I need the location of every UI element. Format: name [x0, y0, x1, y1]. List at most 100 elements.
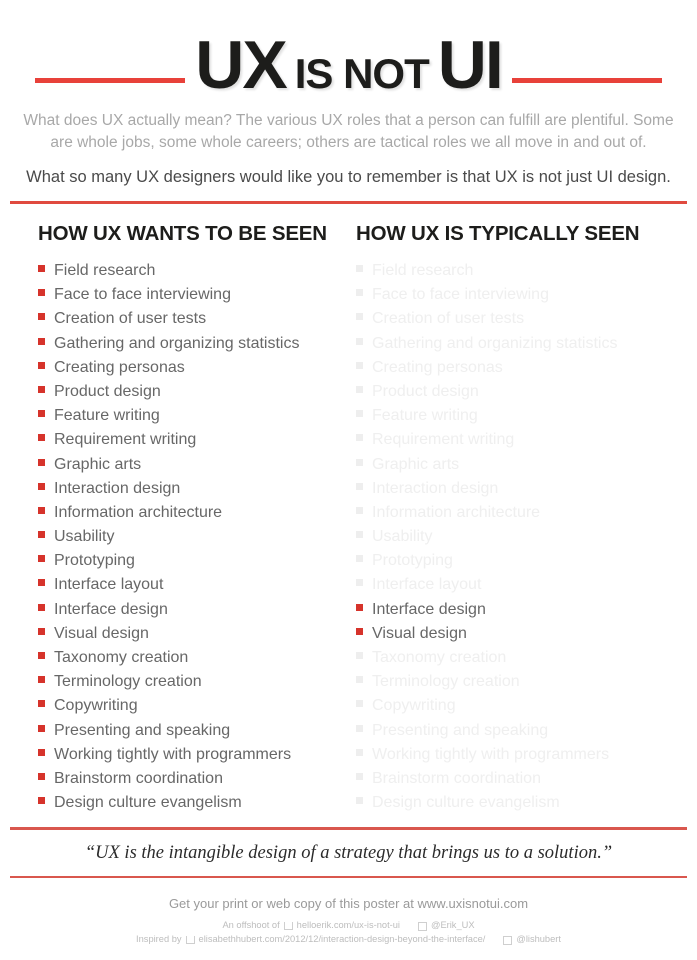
role-label: Brainstorm coordination: [54, 769, 223, 787]
role-list-item: Interaction design: [38, 477, 356, 501]
role-label: Graphic arts: [372, 455, 460, 473]
role-label: Requirement writing: [372, 431, 515, 449]
bullet-square-icon: [38, 313, 45, 321]
role-label: Copywriting: [372, 697, 456, 715]
comparison-columns: HOW UX WANTS TO BE SEEN Field research Fa…: [0, 204, 697, 815]
header-divider: [10, 201, 687, 204]
role-list-item: Working tightly with programmers: [38, 743, 356, 767]
bullet-square-icon: [356, 410, 363, 418]
credit-prefix: An offshoot of: [222, 920, 280, 931]
bullet-square-icon: [356, 385, 363, 393]
bullet-square-icon: [38, 603, 45, 611]
bullet-square-icon: [38, 289, 45, 297]
role-list-item: Interface design: [38, 598, 356, 622]
bullet-square-icon: [356, 289, 363, 297]
role-list-item: Working tightly with programmers: [356, 743, 674, 767]
role-label: Terminology creation: [54, 673, 202, 691]
role-label: Interface layout: [54, 576, 164, 594]
bullet-square-icon: [356, 748, 363, 756]
bullet-square-icon: [38, 724, 45, 732]
role-list-item: Copywriting: [356, 694, 674, 718]
bullet-square-icon: [38, 676, 45, 684]
role-label: Product design: [54, 382, 161, 400]
bullet-square-icon: [38, 772, 45, 780]
bullet-square-icon: [38, 748, 45, 756]
footer-purchase-line: Get your print or web copy of this poste…: [168, 896, 529, 912]
role-list-item: Brainstorm coordination: [38, 767, 356, 791]
role-list-item: Information architecture: [38, 501, 356, 525]
bullet-square-icon: [356, 555, 363, 563]
role-list-left: Field research Face to face interviewing C…: [38, 259, 356, 815]
role-list-item: Feature writing: [356, 404, 674, 428]
role-list-item: Presenting and speaking: [356, 719, 674, 743]
bullet-square-icon: [356, 482, 363, 490]
bullet-square-icon: [356, 772, 363, 780]
role-list-item: Interface design: [356, 598, 674, 622]
role-label: Graphic arts: [54, 455, 142, 473]
role-list-item: Taxonomy creation: [356, 646, 674, 670]
role-label: Prototyping: [54, 552, 135, 570]
role-label: Copywriting: [54, 697, 138, 715]
role-label: Usability: [54, 528, 115, 546]
role-list-item: Design culture evangelism: [356, 791, 674, 815]
bullet-square-icon: [38, 797, 45, 805]
role-label: Interface design: [372, 600, 486, 618]
role-list-item: Creation of user tests: [356, 307, 674, 331]
role-list-item: Gathering and organizing statistics: [356, 332, 674, 356]
bullet-square-icon: [356, 603, 363, 611]
role-list-item: Product design: [356, 380, 674, 404]
role-list-item: Interface layout: [38, 573, 356, 597]
column-wants-to-be-seen: HOW UX WANTS TO BE SEEN Field research Fa…: [38, 222, 356, 815]
role-label: Gathering and organizing statistics: [372, 334, 618, 352]
role-list-item: Interaction design: [356, 477, 674, 501]
role-list-item: Graphic arts: [38, 453, 356, 477]
column-heading: HOW UX WANTS TO BE SEEN: [38, 222, 327, 245]
role-label: Prototyping: [372, 552, 453, 570]
intro-paragraph: What does UX actually mean? The various …: [23, 112, 674, 151]
role-label: Creating personas: [372, 358, 503, 376]
role-label: Feature writing: [372, 407, 478, 425]
role-list-item: Presenting and speaking: [38, 719, 356, 743]
role-list-item: Copywriting: [38, 694, 356, 718]
credit-link[interactable]: elisabethhubert.com/2012/12/interaction-…: [199, 934, 486, 944]
pull-quote: “UX is the intangible design of a strate…: [84, 842, 613, 863]
bullet-square-icon: [356, 531, 363, 539]
role-label: Working tightly with programmers: [372, 745, 610, 763]
role-list-right: Field research Face to face interviewing C…: [356, 259, 674, 815]
bullet-square-icon: [356, 627, 363, 635]
link-icon: [283, 922, 293, 931]
title-rule-left: [35, 77, 186, 83]
role-label: Brainstorm coordination: [372, 769, 541, 787]
role-label: Interface layout: [372, 576, 482, 594]
poster-header: UX IS NOT UI What does UX actually mean?…: [0, 0, 697, 204]
role-list-item: Brainstorm coordination: [356, 767, 674, 791]
role-label: Taxonomy creation: [372, 649, 507, 666]
credit-handle[interactable]: @Erik_UX: [431, 920, 475, 930]
role-label: Product design: [372, 382, 479, 400]
role-list-item: Requirement writing: [38, 428, 356, 452]
credit-handle[interactable]: @lishubert: [516, 934, 561, 944]
twitter-icon: [503, 935, 513, 945]
role-label: Face to face interviewing: [372, 286, 549, 304]
intro-emphasis: What so many UX designers would like you…: [26, 168, 671, 186]
footer-credit-inspired: Inspired by elisabethhubert.com/2012/12/…: [0, 934, 697, 945]
role-label: Taxonomy creation: [54, 649, 189, 666]
bullet-square-icon: [38, 579, 45, 587]
bullet-square-icon: [356, 724, 363, 732]
role-list-item: Prototyping: [356, 549, 674, 573]
page-title: UX IS NOT UI: [195, 31, 503, 99]
quote-section: “UX is the intangible design of a strate…: [0, 827, 697, 879]
bullet-square-icon: [356, 361, 363, 369]
bullet-square-icon: [38, 531, 45, 539]
role-label: Field research: [54, 262, 156, 279]
role-label: Creation of user tests: [54, 310, 207, 328]
role-list-item: Information architecture: [356, 501, 674, 525]
role-list-item: Usability: [38, 525, 356, 549]
bullet-square-icon: [356, 676, 363, 684]
role-label: Presenting and speaking: [372, 721, 549, 739]
role-label: Requirement writing: [54, 431, 197, 449]
footer-credit-offshoot: An offshoot of helloerik.com/ux-is-not-u…: [0, 920, 697, 931]
role-label: Creating personas: [54, 358, 185, 376]
credit-link[interactable]: helloerik.com/ux-is-not-ui: [297, 920, 400, 930]
role-list-item: Taxonomy creation: [38, 646, 356, 670]
